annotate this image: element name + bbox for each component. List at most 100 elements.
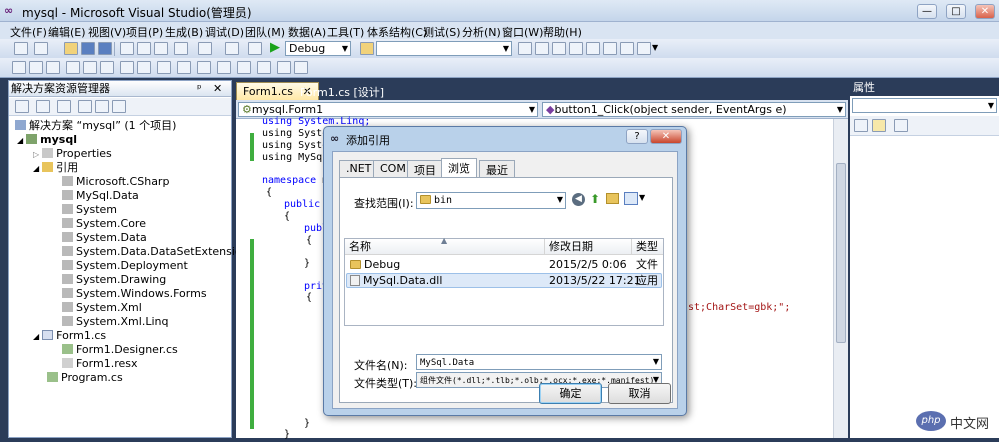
send-to-back-icon[interactable] [257,61,271,74]
align-bottoms-icon[interactable] [100,61,114,74]
scrollbar-thumb[interactable] [836,163,846,343]
categorized-icon[interactable] [854,119,868,132]
align-rights-icon[interactable] [46,61,60,74]
tree-item[interactable]: System.Xml [13,301,229,315]
make-same-width-icon[interactable] [120,61,134,74]
align-centers-icon[interactable] [29,61,43,74]
menu-build[interactable]: 生成(B) [165,24,203,40]
start-page-icon[interactable] [603,42,617,55]
tab-projects[interactable]: 项目 [407,160,443,177]
tree-item[interactable]: ◢ 引用 [13,161,229,175]
menu-analyze[interactable]: 分析(N) [462,24,501,40]
find-in-files-icon[interactable] [360,42,374,55]
chevron-down-icon[interactable]: ▼ [639,193,645,202]
view-menu-icon[interactable] [624,192,638,205]
file-row-selected[interactable]: MySql.Data.dll 2013/5/22 17:21 应用 [346,273,662,288]
tree-item[interactable]: MySql.Data [13,189,229,203]
dialog-close-button[interactable]: ✕ [650,129,682,144]
solution-explorer-icon[interactable] [518,42,532,55]
solution-configuration-select[interactable]: Debug ▼ [285,41,351,56]
navigate-forward-icon[interactable] [248,42,262,55]
command-window-icon[interactable] [637,42,651,55]
tree-item[interactable]: ◢ mysql [13,133,229,147]
file-row[interactable]: Debug 2015/2/5 0:06 文件 [345,257,663,272]
pin-icon[interactable]: ᵖ [197,81,202,96]
show-all-files-icon[interactable] [36,100,50,113]
tab-browse[interactable]: 浏览 [441,158,477,178]
menu-architecture[interactable]: 体系结构(C) [367,24,427,40]
lookin-select[interactable]: bin ▼ [416,192,566,209]
ok-button[interactable]: 确定 [539,383,602,404]
close-button[interactable]: ✕ [975,4,995,19]
maximize-button[interactable]: □ [946,4,966,19]
make-same-height-icon[interactable] [137,61,151,74]
new-project-icon[interactable] [14,42,28,55]
menu-project[interactable]: 项目(P) [126,24,163,40]
tree-item[interactable]: System.Windows.Forms [13,287,229,301]
save-icon[interactable] [81,42,95,55]
align-lefts-icon[interactable] [12,61,26,74]
extension-manager-icon[interactable] [586,42,600,55]
menu-tools[interactable]: 工具(T) [327,24,364,40]
horizontal-spacing-icon[interactable] [157,61,171,74]
menu-edit[interactable]: 编辑(E) [48,24,86,40]
menu-test[interactable]: 测试(S) [423,24,461,40]
menu-data[interactable]: 数据(A) [288,24,326,40]
tab-form1-designer[interactable]: Form1.cs [设计] [294,82,390,100]
help-button[interactable]: ? [626,129,648,144]
add-item-icon[interactable] [34,42,48,55]
menu-view[interactable]: 视图(V) [88,24,126,40]
tree-item[interactable]: Form1.Designer.cs [13,343,229,357]
up-folder-icon[interactable]: ⬆ [590,192,600,206]
copy-icon[interactable] [137,42,151,55]
cut-icon[interactable] [120,42,134,55]
menu-debug[interactable]: 调试(D) [205,24,244,40]
tree-item[interactable]: System.Deployment [13,259,229,273]
save-all-icon[interactable] [98,42,112,55]
tree-item[interactable]: 解决方案 “mysql” (1 个项目) [13,119,229,133]
tree-item[interactable]: ▷ Properties [13,147,229,161]
menu-file[interactable]: 文件(F) [10,24,47,40]
vertical-scrollbar[interactable] [833,119,848,438]
column-type[interactable]: 类型 [632,239,663,255]
tree-item[interactable]: ◢ Form1.cs [13,329,229,343]
menu-window[interactable]: 窗口(W) [502,24,543,40]
menu-help[interactable]: 帮助(H) [543,24,582,40]
tree-item[interactable]: System.Drawing [13,273,229,287]
tab-recent[interactable]: 最近 [479,160,515,177]
vertical-spacing-icon[interactable] [177,61,191,74]
view-class-diagram-icon[interactable] [112,100,126,113]
align-middles-icon[interactable] [83,61,97,74]
column-date[interactable]: 修改日期 [545,239,632,255]
tree-item[interactable]: System [13,203,229,217]
object-selector[interactable]: ▼ [852,98,997,113]
tree-item[interactable]: System.Data.DataSetExtensions [13,245,254,259]
toolbox-icon[interactable] [569,42,583,55]
open-icon[interactable] [64,42,78,55]
bring-to-front-icon[interactable] [237,61,251,74]
filename-input[interactable]: MySql.Data ▼ [416,354,662,370]
paste-icon[interactable] [154,42,168,55]
properties-icon[interactable] [15,100,29,113]
menu-team[interactable]: 团队(M) [245,24,285,40]
tree-item[interactable]: Microsoft.CSharp [13,175,229,189]
tree-item[interactable]: Program.cs [13,371,229,385]
redo-icon[interactable] [198,42,212,55]
tree-item[interactable]: Form1.resx [13,357,229,371]
property-pages-icon[interactable] [894,119,908,132]
toolbar-options-icon[interactable]: ▼ [652,43,658,52]
center-horizontally-icon[interactable] [197,61,211,74]
view-code-icon[interactable] [78,100,92,113]
view-designer-icon[interactable] [95,100,109,113]
tree-item[interactable]: System.Xml.Linq [13,315,229,329]
cancel-button[interactable]: 取消 [608,383,671,404]
close-icon[interactable]: ✕ [213,81,222,96]
tree-item[interactable]: System.Data [13,231,229,245]
navigate-backward-icon[interactable] [225,42,239,55]
member-dropdown[interactable]: ◆button1_Click(object sender, EventArgs … [542,102,846,117]
undo-icon[interactable] [174,42,188,55]
find-combo[interactable]: ▼ [376,41,512,56]
tree-item[interactable]: System.Core [13,217,229,231]
new-folder-icon[interactable] [606,193,619,204]
center-vertically-icon[interactable] [217,61,231,74]
